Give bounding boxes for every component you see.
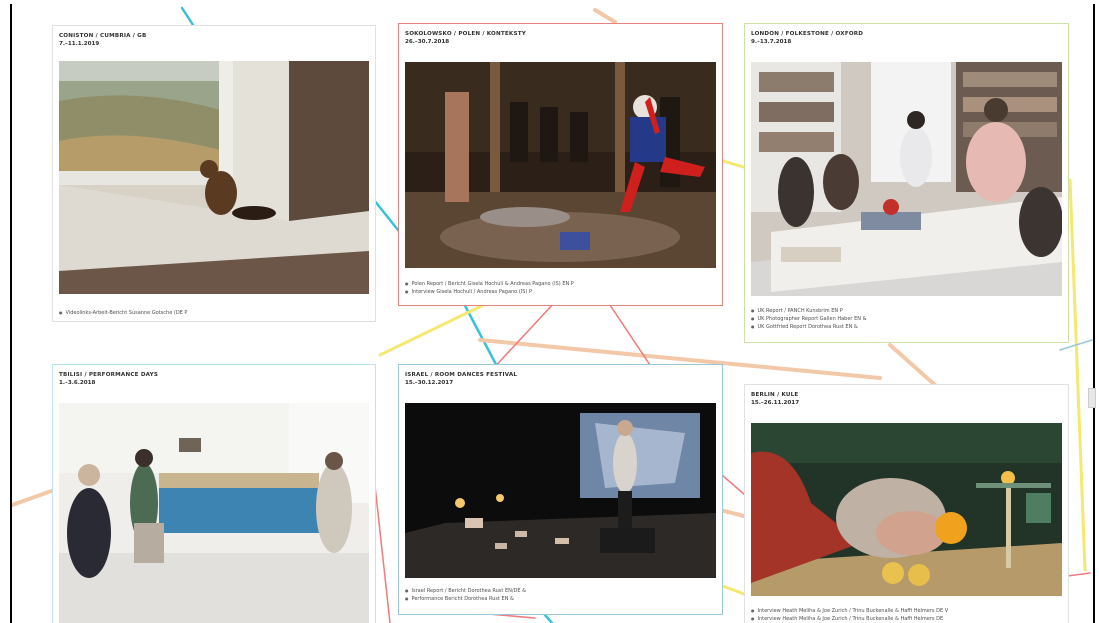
card-link[interactable]: Performance Bericht Dorothea Rust EN & [405, 595, 716, 603]
card-photo[interactable] [405, 403, 716, 578]
card-photo[interactable] [59, 61, 369, 294]
teal-line [543, 613, 554, 623]
red-line [489, 301, 556, 373]
beaver-window-photo [59, 61, 369, 294]
card-title: CONISTON / CUMBRIA / GB [59, 33, 147, 39]
card-date: 9.–13.7.2018 [751, 39, 792, 45]
project-card-berlin[interactable]: BERLIN / KULE 15.–26.11.2017 Interview H… [744, 384, 1069, 623]
card-link[interactable]: Interview Heath Meliha & Joe Zurich / Tr… [751, 607, 1062, 615]
project-card-israel[interactable]: ISRAEL / ROOM DANCES FESTIVAL 15.–30.12.… [398, 364, 723, 615]
card-date: 15.–30.12.2017 [405, 380, 454, 386]
card-link[interactable]: Interview Heath Meliha & Joe Zurich / Tr… [751, 615, 1062, 623]
card-link[interactable]: UK Photographer Report Gallen Haber EN & [751, 315, 1062, 323]
yellow-line [378, 296, 500, 357]
card-link[interactable]: Israel Report / Bericht Dorothea Rust EN… [405, 587, 716, 595]
card-links: Interview Heath Meliha & Joe Zurich / Tr… [751, 607, 1062, 623]
card-links: Israel Report / Bericht Dorothea Rust EN… [405, 587, 716, 603]
card-link[interactable]: UK Gottfried Report Dorothea Rust EN & [751, 323, 1062, 331]
card-photo[interactable] [59, 403, 369, 623]
peach-line [593, 8, 617, 24]
card-link[interactable]: Videolinks-Arbeit-Bericht Susanne Gotsch… [59, 309, 369, 317]
card-link[interactable]: Polen Report / Bericht Gisela Hochuli & … [405, 280, 716, 288]
card-title: ISRAEL / ROOM DANCES FESTIVAL [405, 372, 518, 378]
red-line [721, 474, 746, 496]
card-links: Polen Report / Bericht Gisela Hochuli & … [405, 280, 716, 296]
stage-performance-photo [405, 403, 716, 578]
side-scroll-tab[interactable] [1088, 388, 1096, 408]
workshop-room-photo [59, 403, 369, 623]
peach-line [888, 343, 937, 387]
card-date: 1.–3.6.2018 [59, 380, 96, 386]
project-map-page: CONISTON / CUMBRIA / GB 7.–11.1.2019 ● V… [0, 0, 1099, 623]
project-card-tbilisi[interactable]: TBILISI / PERFORMANCE DAYS 1.–3.6.2018 [52, 364, 376, 623]
library-meeting-photo [751, 62, 1062, 296]
project-card-coniston[interactable]: CONISTON / CUMBRIA / GB 7.–11.1.2019 ● V… [52, 25, 376, 322]
card-date: 15.–26.11.2017 [751, 400, 800, 406]
yellow-line [1068, 178, 1087, 572]
card-links: UK Report / PANCH Kunsbrim EN P UK Photo… [751, 307, 1062, 331]
card-date: 7.–11.1.2019 [59, 41, 100, 47]
project-card-london[interactable]: LONDON / FOLKESTONE / OXFORD 9.–13.7.201… [744, 23, 1069, 343]
performance-photo [405, 62, 716, 268]
card-title: TBILISI / PERFORMANCE DAYS [59, 372, 159, 378]
red-line [609, 304, 653, 369]
teal-line [460, 298, 502, 374]
card-title: SOKOLOWSKO / POLEN / KONTEKSTY [405, 31, 526, 37]
project-card-sokolowsko[interactable]: SOKOLOWSKO / POLEN / KONTEKSTY 26.–30.7.… [398, 23, 723, 306]
card-links: Videolinks-Arbeit-Bericht Susanne Gotsch… [59, 309, 369, 317]
card-title: LONDON / FOLKESTONE / OXFORD [751, 31, 864, 37]
still-life-photo [751, 423, 1062, 596]
card-link[interactable]: UK Report / PANCH Kunsbrim EN P [751, 307, 1062, 315]
card-photo[interactable] [405, 62, 716, 268]
card-photo[interactable] [751, 62, 1062, 296]
card-date: 26.–30.7.2018 [405, 39, 450, 45]
card-link[interactable]: Interview Gisela Hochuli / Andreas Pagan… [405, 288, 716, 296]
card-photo[interactable] [751, 423, 1062, 596]
card-title: BERLIN / KULE [751, 392, 799, 398]
